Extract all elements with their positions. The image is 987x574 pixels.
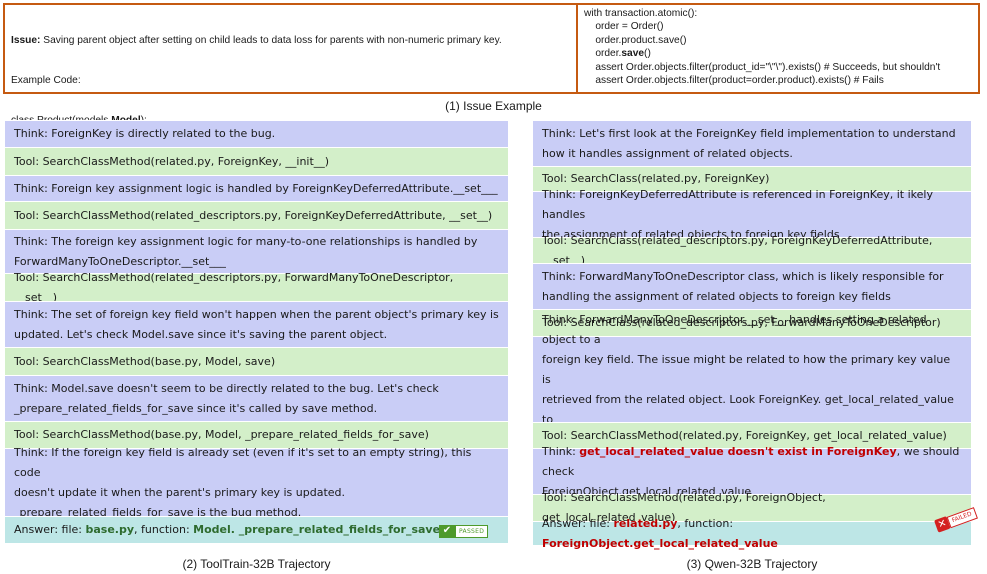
code-line: assert Order.objects.filter(product_id="… xyxy=(584,61,972,74)
step-text: Think: ForwardManyToOneDescriptor class,… xyxy=(542,269,944,303)
qwen-trajectory: Think: Let's first look at the ForeignKe… xyxy=(533,120,978,554)
step-text: Tool: SearchClassMethod(related.py, Fore… xyxy=(14,154,330,168)
think-step: Think: Model.save doesn't seem to be dir… xyxy=(5,375,508,421)
tool-step: Tool: SearchClassMethod(base.py, Model, … xyxy=(5,347,508,375)
think-step: Think: Let's first look at the ForeignKe… xyxy=(533,120,971,166)
passed-label: PASSED xyxy=(455,524,489,538)
answer-function: Model. _prepare_related_fields_for_save xyxy=(193,523,441,536)
code-text: with transaction.atomic(): xyxy=(584,8,698,19)
code-line: with transaction.atomic(): xyxy=(584,7,972,20)
code-line: order.save() xyxy=(584,47,972,60)
issue-caption: (1) Issue Example xyxy=(445,99,542,113)
step-text: Think: If the foreign key field is alrea… xyxy=(14,445,472,519)
code-text: order. xyxy=(584,48,622,60)
think-step: Think: ForwardManyToOneDescriptor.__set_… xyxy=(533,313,971,446)
answer-sep: , function: xyxy=(134,523,194,536)
code-text: assert Order.objects.filter(product_id="… xyxy=(584,61,941,73)
step-text-pre: Think: xyxy=(542,444,580,458)
step-text: Think: The foreign key assignment logic … xyxy=(14,234,478,268)
step-text: Think: Let's first look at the ForeignKe… xyxy=(542,126,956,160)
think-step: Think: The foreign key assignment logic … xyxy=(5,229,508,273)
tool-step: Tool: SearchClassMethod(related_descript… xyxy=(5,201,508,229)
tooltrain-trajectory: Think: ForeignKey is directly related to… xyxy=(5,120,508,554)
check-icon: ✔ xyxy=(439,524,455,538)
code-text: assert Order.objects.filter(product=orde… xyxy=(584,75,884,87)
step-text: Think: ForeignKey is directly related to… xyxy=(14,127,276,140)
code-line: order.product.save() xyxy=(584,34,972,47)
answer-text: Answer: file: related.py, function: Fore… xyxy=(542,514,962,554)
issue-example-label: Example Code: xyxy=(11,75,81,87)
answer-prefix: Answer: file: xyxy=(542,516,614,530)
step-text: Think: The set of foreign key field won'… xyxy=(14,307,499,341)
step-text: Tool: SearchClassMethod(related_descript… xyxy=(14,208,493,222)
step-text: Think: Model.save doesn't seem to be dir… xyxy=(14,381,439,415)
issue-code-right: with transaction.atomic(): order = Order… xyxy=(578,5,978,92)
think-step: Think: The set of foreign key field won'… xyxy=(5,301,508,347)
tool-step: Tool: SearchClassMethod(related_descript… xyxy=(5,271,508,304)
qwen-caption: (3) Qwen-32B Trajectory xyxy=(686,557,818,571)
answer-file: related.py xyxy=(613,516,678,530)
issue-label: Issue: xyxy=(11,34,41,46)
tool-step: Tool: SearchClassMethod(related.py, Fore… xyxy=(5,147,508,175)
code-text: () xyxy=(644,48,651,60)
answer-row: Answer: file: related.py, function: Fore… xyxy=(533,506,978,550)
tooltrain-caption: (2) ToolTrain-32B Trajectory xyxy=(182,557,331,571)
code-line: order = Order() xyxy=(584,20,972,33)
issue-title: Saving parent object after setting on ch… xyxy=(40,34,502,46)
think-step: Think: ForeignKey is directly related to… xyxy=(5,120,508,147)
think-step: Think: Foreign key assignment logic is h… xyxy=(5,175,508,201)
step-text: Think: Foreign key assignment logic is h… xyxy=(14,181,498,195)
code-text: order = Order() xyxy=(584,21,664,33)
step-text: Tool: SearchClassMethod(base.py, Model, … xyxy=(14,354,276,368)
code-bold: save xyxy=(621,48,645,60)
tool-step: Tool: SearchClass(related_descriptors.py… xyxy=(533,234,971,267)
answer-prefix: Answer: file: xyxy=(14,523,86,536)
answer-file: base.py xyxy=(85,523,135,536)
answer-text: Answer: file: base.py, function: Model. … xyxy=(14,520,440,540)
answer-function: ForeignObject.get_local_related_value xyxy=(542,536,778,550)
answer-row: Answer: file: base.py, function: Model. … xyxy=(5,516,508,543)
code-line: assert Order.objects.filter(product=orde… xyxy=(584,74,972,87)
code-text: order.product.save() xyxy=(584,34,687,46)
step-error-text: get_local_related_value doesn't exist in… xyxy=(579,444,897,458)
issue-box: Issue: Saving parent object after settin… xyxy=(3,3,980,166)
passed-stamp: ✔ PASSED xyxy=(439,524,489,538)
issue-title-line: Issue: Saving parent object after settin… xyxy=(11,34,570,47)
think-step: Think: If the foreign key field is alrea… xyxy=(5,446,508,519)
answer-sep: , function: xyxy=(677,516,737,530)
issue-left-column: Issue: Saving parent object after settin… xyxy=(5,5,578,166)
think-step: Think: ForwardManyToOneDescriptor class,… xyxy=(533,263,971,309)
